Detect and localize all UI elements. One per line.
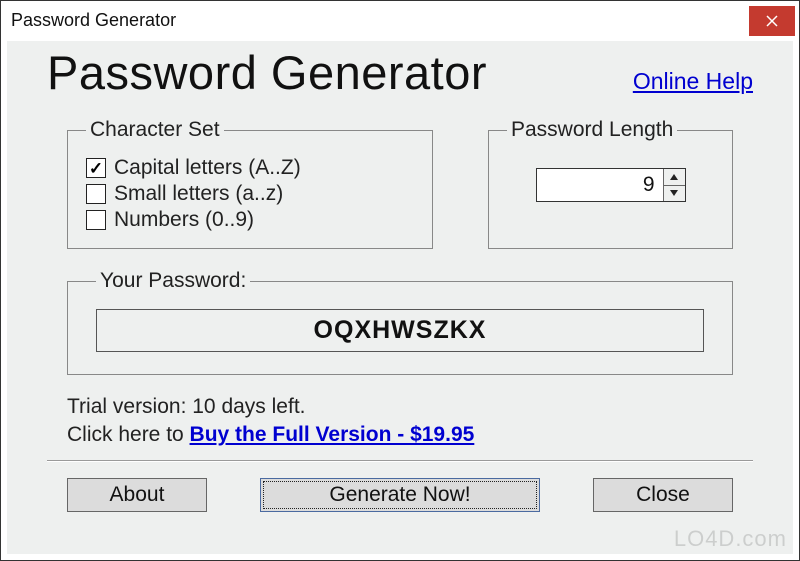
titlebar[interactable]: Password Generator xyxy=(1,1,799,39)
window-close-button[interactable] xyxy=(749,6,795,36)
page-title: Password Generator xyxy=(47,45,487,100)
length-value[interactable]: 9 xyxy=(537,169,663,201)
spinner-buttons xyxy=(663,169,685,201)
about-button[interactable]: About xyxy=(67,478,207,512)
checkbox-capital-letters[interactable]: Capital letters (A..Z) xyxy=(86,156,414,180)
trial-line2: Click here to Buy the Full Version - $19… xyxy=(67,421,733,449)
checkbox-numbers[interactable]: Numbers (0..9) xyxy=(86,208,414,232)
close-icon xyxy=(766,15,778,27)
length-legend: Password Length xyxy=(507,118,677,142)
window-title: Password Generator xyxy=(11,10,176,31)
checkbox-label: Numbers (0..9) xyxy=(114,208,254,232)
chevron-up-icon xyxy=(670,174,678,180)
trial-line2-prefix: Click here to xyxy=(67,423,190,446)
password-output-fieldset: Your Password: OQXHWSZKX xyxy=(67,269,733,375)
charset-fieldset: Character Set Capital letters (A..Z) Sma… xyxy=(67,118,433,249)
checkbox-icon xyxy=(86,184,106,204)
header-row: Password Generator Online Help xyxy=(47,41,753,100)
separator xyxy=(47,460,753,462)
length-fieldset: Password Length 9 xyxy=(488,118,733,249)
buy-full-version-link[interactable]: Buy the Full Version - $19.95 xyxy=(190,423,475,446)
trial-line1: Trial version: 10 days left. xyxy=(67,393,733,421)
client-area: Password Generator Online Help Character… xyxy=(7,41,793,554)
checkbox-small-letters[interactable]: Small letters (a..z) xyxy=(86,182,414,206)
checkbox-icon xyxy=(86,210,106,230)
checkbox-icon xyxy=(86,158,106,178)
options-row: Character Set Capital letters (A..Z) Sma… xyxy=(67,118,733,249)
password-output-legend: Your Password: xyxy=(96,269,250,293)
online-help-link[interactable]: Online Help xyxy=(633,68,753,95)
checkbox-label: Small letters (a..z) xyxy=(114,182,283,206)
trial-info: Trial version: 10 days left. Click here … xyxy=(67,393,733,450)
button-row: About Generate Now! Close xyxy=(67,478,733,512)
length-spinner[interactable]: 9 xyxy=(536,168,686,202)
password-output[interactable]: OQXHWSZKX xyxy=(96,309,704,352)
charset-legend: Character Set xyxy=(86,118,224,142)
chevron-down-icon xyxy=(670,190,678,196)
spinner-down-button[interactable] xyxy=(664,185,685,202)
spinner-up-button[interactable] xyxy=(664,169,685,185)
checkbox-label: Capital letters (A..Z) xyxy=(114,156,301,180)
generate-button[interactable]: Generate Now! xyxy=(260,478,540,512)
window-frame: Password Generator Password Generator On… xyxy=(0,0,800,561)
close-button[interactable]: Close xyxy=(593,478,733,512)
